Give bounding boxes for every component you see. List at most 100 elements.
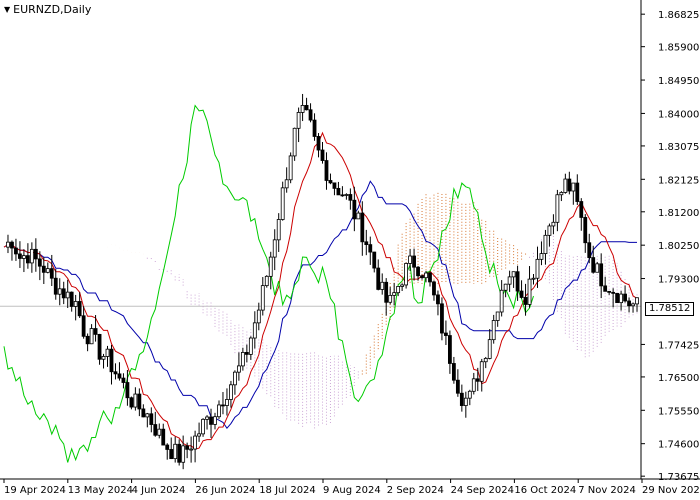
price-tick-label: 1.80250	[658, 241, 699, 252]
candle-body	[455, 379, 460, 394]
candle-body	[89, 328, 94, 345]
candle-body	[312, 119, 317, 137]
candle-body	[527, 278, 532, 305]
candle-body	[416, 266, 420, 277]
symbol-timeframe-label[interactable]: ▼ EURNZD,Daily	[4, 3, 91, 16]
candle-body	[320, 149, 325, 161]
candle-body	[463, 397, 468, 406]
time-tick-label: 13 May 2024	[68, 485, 133, 496]
candle-body	[97, 333, 102, 360]
price-tick-label: 1.86825	[658, 10, 699, 21]
candle-body	[165, 444, 170, 450]
candle-body	[487, 339, 492, 359]
candle-body	[380, 281, 385, 290]
candle-body	[33, 248, 38, 260]
candle-body	[10, 241, 14, 249]
candle-body	[336, 187, 341, 196]
candle-body	[372, 251, 377, 269]
candle-body	[495, 311, 500, 321]
candle-body	[344, 194, 349, 196]
time-tick-label: 9 Aug 2024	[323, 485, 381, 496]
time-tick-label: 7 Nov 2024	[578, 485, 636, 496]
candle-body	[308, 109, 313, 121]
candle-body	[25, 255, 30, 264]
candle-body	[189, 448, 194, 451]
candle-body	[61, 288, 66, 299]
price-tick-label: 1.84000	[658, 109, 699, 120]
candle-body	[471, 378, 476, 392]
price-tick-label: 1.85900	[658, 43, 699, 54]
candle-body	[412, 255, 416, 268]
kijun-sen	[3, 180, 638, 429]
candle-body	[479, 361, 484, 382]
time-tick-label: 4 Jun 2024	[132, 485, 186, 496]
candle-body	[288, 155, 293, 181]
candle-body	[109, 348, 114, 373]
triangle-down-icon[interactable]: ▼	[4, 4, 10, 15]
candle-body	[583, 217, 588, 244]
candle-body	[627, 300, 631, 307]
candle-body	[599, 263, 604, 287]
candle-body	[539, 253, 544, 260]
candle-body	[467, 390, 472, 399]
candle-body	[73, 301, 78, 307]
candle-body	[607, 290, 612, 293]
candle-body	[205, 416, 209, 420]
candle-body	[631, 303, 635, 307]
price-tick-label: 1.81200	[658, 208, 699, 219]
candle-body	[268, 256, 273, 277]
candle-body	[193, 435, 198, 450]
price-tick-label: 1.76500	[658, 373, 699, 384]
candle-body	[364, 241, 369, 246]
candle-body	[451, 363, 456, 381]
candle-body	[384, 281, 389, 303]
candle-body	[300, 105, 305, 113]
candle-body	[567, 178, 572, 192]
candle-body	[388, 294, 393, 303]
candle-body	[113, 371, 118, 375]
candle-body	[53, 277, 58, 295]
candle-body	[296, 112, 301, 129]
current-price-tag: 1.78512	[645, 302, 695, 316]
candle-body	[65, 291, 70, 299]
candle-body	[603, 285, 608, 292]
candle-body	[531, 277, 536, 280]
price-chart[interactable]: 1.86825 1.85900 1.84950 1.84000 1.83075 1.821…	[0, 0, 700, 500]
candle-body	[436, 294, 440, 305]
candle-body	[236, 365, 241, 373]
time-tick-label: 18 Jul 2024	[259, 485, 316, 496]
candle-body	[515, 271, 520, 292]
candle-body	[475, 378, 480, 382]
candle-body	[563, 178, 568, 193]
candle-body	[149, 413, 154, 425]
candle-body	[185, 445, 190, 450]
candle-body	[161, 428, 166, 446]
candle-body	[272, 239, 277, 258]
price-axis: 1.86825 1.85900 1.84950 1.84000 1.83075 1.821…	[641, 10, 699, 483]
candle-body	[181, 445, 186, 463]
candle-body	[125, 382, 130, 399]
candle-body	[447, 335, 452, 364]
candle-body	[491, 320, 496, 341]
candle-body	[41, 265, 46, 273]
price-tick-label: 1.74600	[658, 440, 699, 451]
candle-body	[424, 272, 428, 279]
candle-body	[137, 393, 142, 410]
candle-body	[22, 255, 26, 259]
candle-body	[57, 288, 62, 295]
candle-body	[49, 268, 54, 279]
candle-body	[440, 303, 444, 334]
chart-window[interactable]: 1.86825 1.85900 1.84950 1.84000 1.83075 1.821…	[0, 0, 700, 500]
candle-body	[201, 418, 205, 435]
candle-body	[18, 253, 22, 259]
time-tick-label: 29 Nov 2024	[642, 485, 700, 496]
candle-body	[105, 348, 110, 357]
candle-body	[404, 263, 409, 286]
time-tick-label: 16 Oct 2024	[514, 485, 576, 496]
tenkan-sen	[3, 131, 638, 450]
price-tick-label: 1.73675	[658, 472, 699, 483]
candle-body	[77, 301, 82, 317]
candle-body	[328, 180, 333, 184]
candle-body	[316, 136, 321, 151]
candle-body	[444, 332, 448, 336]
